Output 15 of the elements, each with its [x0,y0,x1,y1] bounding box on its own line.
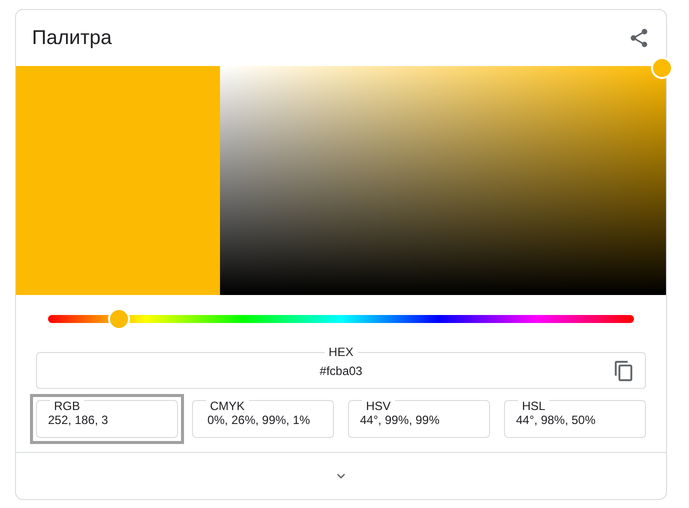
format-label: RGB [50,400,84,413]
format-value: 252, 186, 3 [48,412,110,429]
color-format-field[interactable]: RGB 252, 186, 3 [30,394,184,444]
format-label: CMYK [206,400,249,413]
saturation-brightness-area[interactable] [220,66,666,295]
format-label: HSL [518,400,550,413]
hex-value: #fcba03 [320,362,362,380]
copy-icon[interactable] [613,360,635,382]
format-value: 44°, 99%, 99% [360,412,441,429]
format-label: HSV [362,400,395,413]
format-value: 0%, 26%, 99%, 1% [206,412,312,429]
format-value: 44°, 98%, 50% [516,412,597,429]
card-title: Палитра [32,26,112,51]
share-icon[interactable] [628,27,650,49]
hex-label: HEX [324,345,358,359]
